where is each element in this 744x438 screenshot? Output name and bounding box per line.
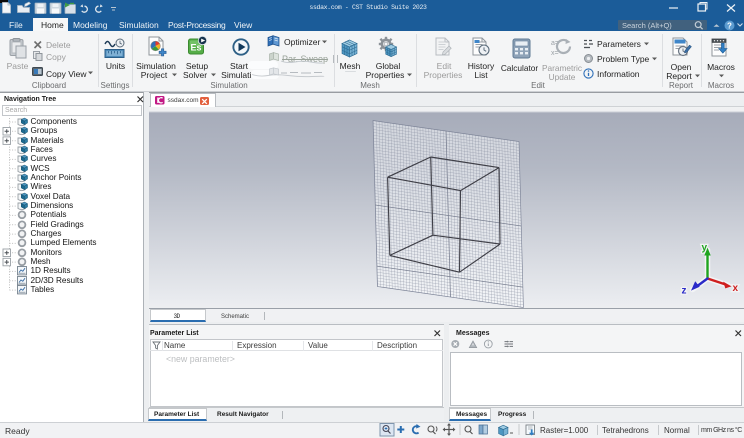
svg-text:z: z <box>682 286 687 297</box>
svg-text:?: ? <box>727 21 732 30</box>
svg-text:y: y <box>702 243 708 254</box>
svg-text:x: x <box>733 283 739 294</box>
